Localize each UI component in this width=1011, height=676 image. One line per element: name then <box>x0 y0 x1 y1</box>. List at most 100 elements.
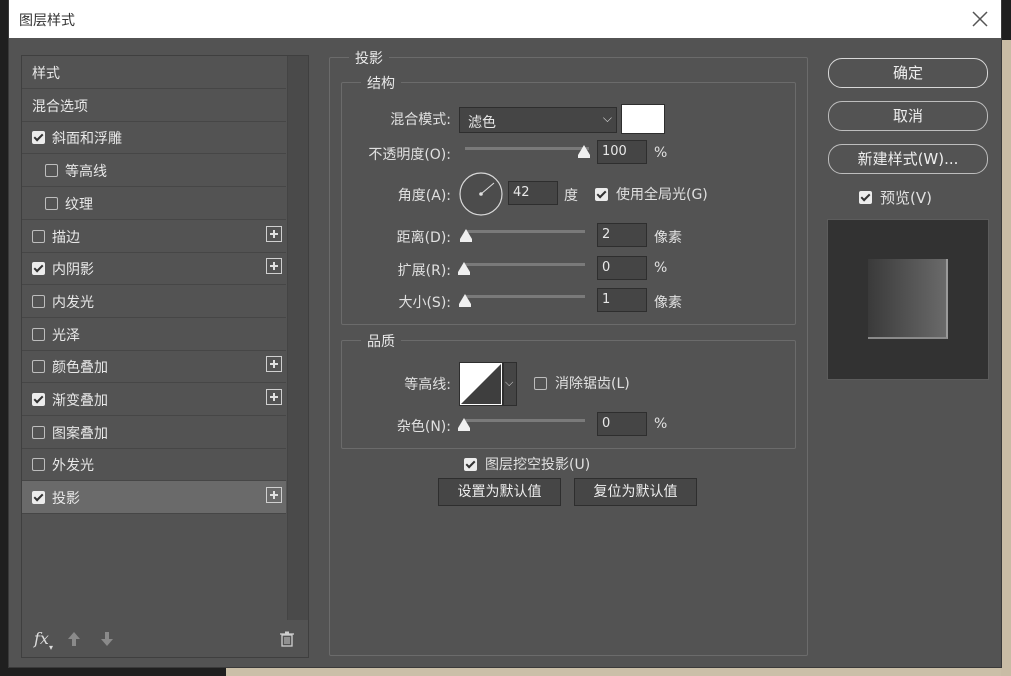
style-item-label: 内阴影 <box>52 262 94 279</box>
distance-slider-track[interactable] <box>465 230 585 233</box>
section-title: 投影 <box>349 48 389 68</box>
style-checkbox[interactable] <box>32 131 45 145</box>
knockout-checkbox[interactable] <box>464 458 477 471</box>
angle-dial[interactable] <box>458 171 504 217</box>
distance-slider-thumb[interactable] <box>460 229 472 242</box>
style-checkbox[interactable] <box>32 393 45 406</box>
set-default-button[interactable]: 设置为默认值 <box>438 478 561 506</box>
style-checkbox[interactable] <box>32 425 45 439</box>
style-list-item[interactable]: 图案叠加 <box>22 416 286 449</box>
style-list-panel: 样式混合选项斜面和浮雕等高线纹理描边内阴影内发光光泽颜色叠加渐变叠加 图案叠加外发… <box>21 55 309 658</box>
angle-label: 角度(A): <box>397 188 451 204</box>
style-list-item[interactable]: 投影 <box>22 481 286 515</box>
style-list-item[interactable]: 描边 <box>22 220 286 253</box>
spread-slider-track[interactable] <box>465 263 585 266</box>
add-effect-icon[interactable] <box>266 356 282 373</box>
noise-input[interactable]: 0 <box>597 412 647 436</box>
ok-button[interactable]: 确定 <box>828 58 988 88</box>
add-effect-icon[interactable] <box>266 487 282 504</box>
opacity-label: 不透明度(O): <box>368 147 451 163</box>
opacity-slider-thumb[interactable] <box>578 145 590 158</box>
style-list-item[interactable]: 纹理 <box>22 187 286 220</box>
background-photo-edge <box>1001 40 1011 676</box>
angle-unit: 度 <box>564 188 578 204</box>
quality-title: 品质 <box>361 331 401 351</box>
style-list-footer: fx ▾ <box>22 623 308 657</box>
style-list-item[interactable]: 颜色叠加 <box>22 350 286 384</box>
style-item-label: 颜色叠加 <box>52 360 108 377</box>
style-checkbox[interactable] <box>32 458 45 472</box>
global-light-checkbox[interactable] <box>595 188 608 201</box>
style-item-label: 斜面和浮雕 <box>52 131 122 148</box>
blend-color-swatch[interactable] <box>621 104 665 134</box>
blend-mode-label: 混合模式: <box>390 112 451 128</box>
preview-checkbox[interactable] <box>859 191 872 204</box>
size-unit: 像素 <box>654 295 682 311</box>
add-effect-icon[interactable] <box>266 225 282 242</box>
style-list-item[interactable]: 光泽 <box>22 318 286 351</box>
style-checkbox[interactable] <box>32 491 45 505</box>
global-light-label: 使用全局光(G) <box>616 187 708 203</box>
contour-preview-icon[interactable] <box>459 362 503 406</box>
style-list-item[interactable]: 渐变叠加 <box>22 383 286 416</box>
contour-label: 等高线: <box>404 377 451 393</box>
style-item-label: 等高线 <box>65 164 107 181</box>
style-list-item[interactable]: 斜面和浮雕 <box>22 121 286 155</box>
size-slider-track[interactable] <box>465 295 585 298</box>
opacity-input[interactable]: 100 <box>597 140 647 164</box>
trash-icon[interactable] <box>280 631 294 647</box>
blend-mode-value: 滤色 <box>468 115 496 131</box>
close-icon[interactable] <box>969 8 991 30</box>
opacity-slider-track[interactable] <box>465 147 589 150</box>
spread-slider-thumb[interactable] <box>458 262 470 275</box>
spread-input[interactable]: 0 <box>597 256 647 280</box>
style-list-scrollbar[interactable] <box>287 56 308 620</box>
move-up-icon[interactable] <box>67 631 81 647</box>
new-style-button[interactable]: 新建样式(W)... <box>828 144 988 174</box>
noise-unit: % <box>654 416 668 432</box>
style-checkbox[interactable] <box>45 164 58 178</box>
add-effect-icon[interactable] <box>266 389 282 405</box>
add-effect-icon[interactable] <box>266 258 282 275</box>
style-list-item[interactable]: 内阴影 <box>22 252 286 286</box>
style-checkbox[interactable] <box>32 229 45 243</box>
reset-default-button[interactable]: 复位为默认值 <box>574 478 697 506</box>
noise-slider-track[interactable] <box>465 419 585 422</box>
style-item-label: 光泽 <box>52 327 80 344</box>
style-list-item[interactable]: 样式 <box>22 56 286 89</box>
size-label: 大小(S): <box>398 295 451 311</box>
preview-swatch <box>868 259 948 339</box>
angle-input[interactable]: 42 <box>508 181 558 205</box>
style-checkbox[interactable] <box>32 262 45 276</box>
fx-icon[interactable]: fx <box>34 629 49 648</box>
style-list-item[interactable]: 外发光 <box>22 448 286 482</box>
noise-slider-thumb[interactable] <box>458 418 470 431</box>
size-input[interactable]: 1 <box>597 288 647 312</box>
distance-label: 距离(D): <box>396 230 451 246</box>
style-checkbox[interactable] <box>32 360 45 374</box>
antialias-label: 消除锯齿(L) <box>555 376 630 392</box>
structure-title: 结构 <box>361 73 401 93</box>
style-list-item[interactable]: 等高线 <box>22 154 286 188</box>
style-list-item[interactable]: 内发光 <box>22 285 286 318</box>
size-slider-thumb[interactable] <box>459 294 471 307</box>
distance-input[interactable]: 2 <box>597 223 647 247</box>
style-checkbox[interactable] <box>32 327 45 341</box>
style-checkbox[interactable] <box>45 196 58 210</box>
style-item-label: 投影 <box>52 491 80 508</box>
style-item-label: 样式 <box>32 66 60 82</box>
contour-dropdown[interactable]: ⌵ <box>503 362 517 406</box>
style-item-label: 描边 <box>52 229 80 246</box>
antialias-checkbox[interactable] <box>534 377 547 390</box>
chevron-down-icon: ⌵ <box>505 376 514 389</box>
style-item-label: 外发光 <box>52 458 94 475</box>
style-list-item[interactable]: 混合选项 <box>22 89 286 122</box>
spread-unit: % <box>654 260 668 276</box>
layer-style-dialog: 图层样式 样式 混合选项 斜面和浮雕 等高线 纹理 描边 内阴影 内发光 光泽 颜色叠加 渐变叠加图… <box>9 0 1001 667</box>
preview-label: 预览(V) <box>880 189 932 207</box>
blend-mode-select[interactable]: 滤色 ⌵ <box>459 107 617 133</box>
style-item-label: 混合选项 <box>32 98 88 115</box>
move-down-icon[interactable] <box>100 631 114 647</box>
cancel-button[interactable]: 取消 <box>828 101 988 131</box>
style-checkbox[interactable] <box>32 294 45 308</box>
